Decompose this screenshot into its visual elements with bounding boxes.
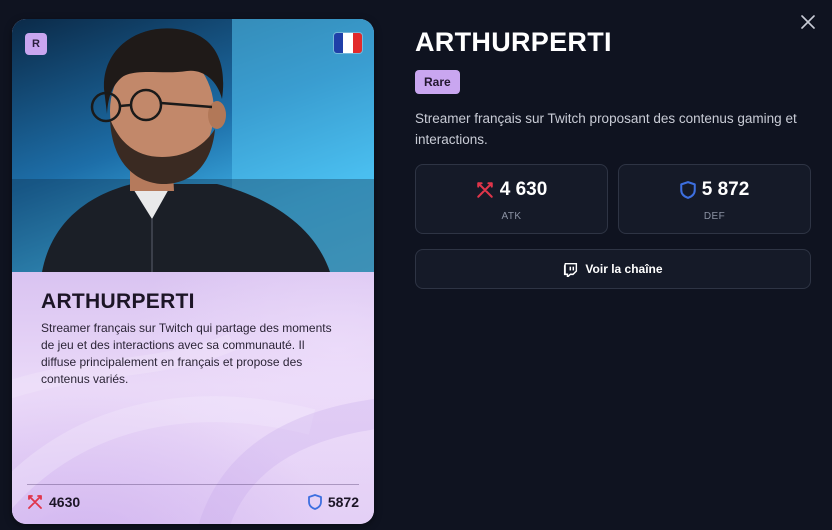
detail-description: Streamer français sur Twitch proposant d… xyxy=(415,111,797,147)
atk-label: ATK xyxy=(501,211,522,222)
def-stat-box: 5 872 DEF xyxy=(618,164,811,234)
atk-stat-box: 4 630 ATK xyxy=(415,164,608,234)
def-label: DEF xyxy=(703,211,726,222)
card-atk-value: 4630 xyxy=(49,494,81,510)
atk-value: 4 630 xyxy=(499,179,548,200)
close-button[interactable] xyxy=(798,12,818,32)
card-detail-modal: R ARTHURPERTI Streamer français sur Twit… xyxy=(0,0,832,530)
close-icon xyxy=(801,15,815,29)
shield-icon xyxy=(679,181,696,199)
player-card: R ARTHURPERTI Streamer français sur Twit… xyxy=(12,19,374,524)
twitch-icon xyxy=(564,262,578,277)
def-value: 5 872 xyxy=(701,179,750,200)
card-def-value: 5872 xyxy=(327,494,359,510)
rarity-badge: Rare xyxy=(415,70,460,94)
crossed-swords-icon xyxy=(476,182,493,198)
france-flag-icon xyxy=(334,33,362,53)
card-body: ARTHURPERTI Streamer français sur Twitch… xyxy=(12,272,374,524)
view-channel-button[interactable]: Voir la chaîne xyxy=(415,249,811,289)
crossed-swords-icon xyxy=(28,495,42,509)
card-divider xyxy=(27,484,359,485)
card-photo: R xyxy=(12,19,374,272)
card-def-stat: 5872 xyxy=(307,494,359,510)
shield-icon xyxy=(307,494,322,510)
card-rarity-badge: R xyxy=(25,33,47,55)
card-description: Streamer français sur Twitch qui partage… xyxy=(41,321,332,386)
card-name: ARTHURPERTI xyxy=(41,290,195,313)
view-channel-label: Voir la chaîne xyxy=(585,262,663,276)
card-atk-stat: 4630 xyxy=(27,494,80,510)
detail-title: ARTHURPERTI xyxy=(415,27,612,57)
